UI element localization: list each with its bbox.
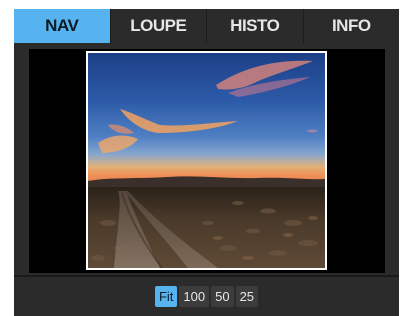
zoom-button-group: Fit 100 50 25 xyxy=(154,285,259,307)
zoom-fit-button[interactable]: Fit xyxy=(154,285,178,307)
tab-loupe[interactable]: LOUPE xyxy=(111,9,207,43)
panel-tab-bar: NAV LOUPE HISTO INFO xyxy=(14,9,399,43)
panel-divider xyxy=(14,275,399,277)
tab-info[interactable]: INFO xyxy=(304,9,400,43)
zoom-controls: Fit 100 50 25 xyxy=(14,283,399,309)
preview-frame[interactable] xyxy=(86,51,327,270)
navigator-viewer[interactable] xyxy=(29,49,385,273)
zoom-50-button[interactable]: 50 xyxy=(211,285,234,307)
tab-nav[interactable]: NAV xyxy=(14,9,111,43)
tab-histo[interactable]: HISTO xyxy=(207,9,304,43)
zoom-100-button[interactable]: 100 xyxy=(179,285,210,307)
zoom-25-button[interactable]: 25 xyxy=(235,285,259,307)
navigator-panel: NAV LOUPE HISTO INFO Fit 100 50 25 xyxy=(14,9,399,316)
landscape-photo-thumbnail xyxy=(88,53,325,268)
